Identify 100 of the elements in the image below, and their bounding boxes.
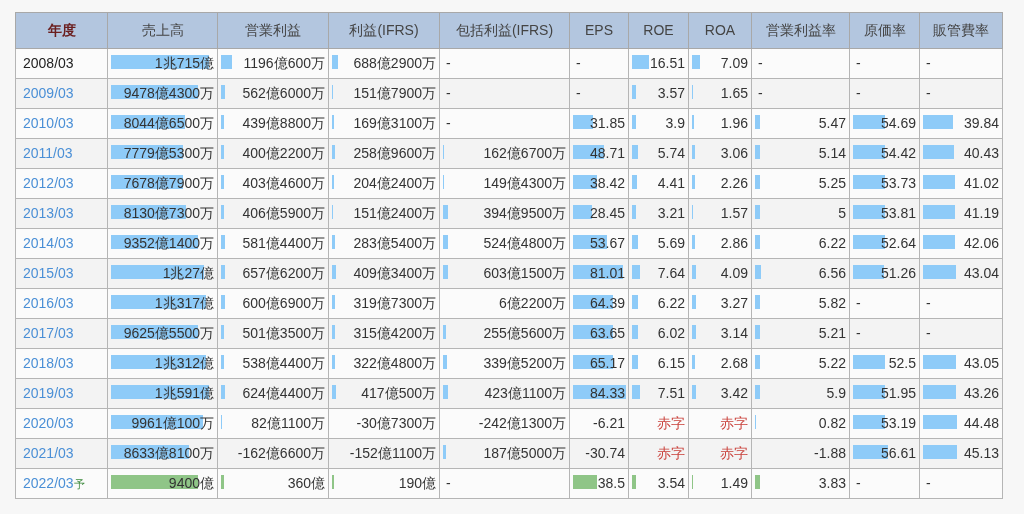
cell-value: 5.22 [818, 355, 846, 371]
cell-value: 7678億7900万 [123, 175, 214, 191]
cell-value: -162億6600万 [237, 445, 325, 461]
column-header[interactable]: 年度 [47, 22, 76, 38]
cell-value: 339億5200万 [483, 355, 566, 371]
cell-value: 9478億4300万 [123, 85, 214, 101]
cell-value: 1.49 [720, 475, 748, 491]
cell-value: 56.61 [880, 445, 916, 461]
cell-value: 169億3100万 [353, 115, 436, 131]
cell-value: 2.86 [720, 235, 748, 251]
cell-value: 53.67 [589, 235, 625, 251]
cell-value: - [926, 475, 931, 491]
cell-value: 42.06 [963, 235, 999, 251]
cell-value: - [856, 85, 861, 101]
cell-value: 151億7900万 [353, 85, 436, 101]
cell-value: 9961億100万 [131, 415, 214, 431]
cell-value: 409億3400万 [353, 265, 436, 281]
cell-value: 657億6200万 [242, 265, 325, 281]
cell-value: 151億2400万 [353, 205, 436, 221]
deficit-label: 赤字 [720, 415, 748, 431]
cell-value: 7779億5300万 [123, 145, 214, 161]
cell-value: 52.5 [888, 355, 916, 371]
cell-value: 4.41 [657, 175, 685, 191]
cell-value: 7.64 [657, 265, 685, 281]
cell-value: 38.5 [597, 475, 625, 491]
cell-value: 283億5400万 [353, 235, 436, 251]
cell-value: 439億8800万 [242, 115, 325, 131]
column-header[interactable]: 売上高 [141, 22, 184, 38]
cell-value: 5.74 [657, 145, 685, 161]
cell-value: 5.14 [818, 145, 846, 161]
deficit-label: 赤字 [720, 445, 748, 461]
cell-value: - [856, 475, 861, 491]
deficit-label: 赤字 [657, 445, 685, 461]
cell-value: 53.19 [880, 415, 916, 431]
cell-value: 64.39 [589, 295, 625, 311]
cell-value: 1196億600万 [243, 55, 325, 71]
cell-value: 31.85 [589, 115, 625, 131]
cell-value: 5.82 [818, 295, 846, 311]
cell-value: 3.83 [818, 475, 846, 491]
cell-value: 39.84 [963, 115, 999, 131]
cell-value: 417億500万 [361, 385, 436, 401]
cell-value: 162億6700万 [483, 145, 566, 161]
cell-value: -242億1300万 [478, 415, 566, 431]
cell-value: -1.88 [814, 445, 846, 461]
cell-value: 255億5600万 [483, 325, 566, 341]
cell-value: 7.09 [720, 55, 748, 71]
cell-value: 44.48 [963, 415, 999, 431]
cell-value: 3.21 [657, 205, 685, 221]
cell-value: 54.42 [880, 145, 916, 161]
cell-value: 0.82 [818, 415, 846, 431]
cell-value: -6.21 [593, 415, 625, 431]
cell-value: 360億 [287, 475, 325, 491]
cell-value: 3.14 [720, 325, 748, 341]
cell-value: 3.27 [720, 295, 748, 311]
cell-value: 45.13 [963, 445, 999, 461]
cell-value: 1兆317億 [154, 295, 214, 311]
cell-value: 1.65 [720, 85, 748, 101]
year-label: 2008/03 [23, 55, 74, 71]
cell-value: - [856, 55, 861, 71]
cell-value: 1兆27億 [162, 265, 214, 281]
cell-value: - [758, 85, 763, 101]
cell-value: 28.45 [589, 205, 625, 221]
cell-value: 9625億5500万 [123, 325, 214, 341]
deficit-label: 赤字 [657, 415, 685, 431]
cell-value: 3.42 [720, 385, 748, 401]
cell-value: 406億5900万 [242, 205, 325, 221]
cell-value: - [856, 295, 861, 311]
cell-value: 52.64 [880, 235, 916, 251]
cell-value: -30億7300万 [356, 415, 436, 431]
cell-value: 1兆312億 [154, 355, 214, 371]
cell-value: - [446, 475, 451, 491]
cell-value: 603億1500万 [483, 265, 566, 281]
cell-value: 600億6900万 [242, 295, 325, 311]
cell-value: 187億5000万 [483, 445, 566, 461]
cell-value: 6.22 [657, 295, 685, 311]
cell-value: 501億3500万 [242, 325, 325, 341]
cell-value: 5.21 [818, 325, 846, 341]
cell-value: 538億4400万 [242, 355, 325, 371]
cell-value: 3.54 [657, 475, 685, 491]
cell-value: 43.26 [963, 385, 999, 401]
cell-value: 4.09 [720, 265, 748, 281]
cell-value: 41.19 [963, 205, 999, 221]
cell-value: - [446, 85, 451, 101]
cell-value: 53.73 [880, 175, 916, 191]
cell-value: 38.42 [589, 175, 625, 191]
cell-value: 40.43 [963, 145, 999, 161]
cell-value: 315億4200万 [353, 325, 436, 341]
cell-value: 3.57 [657, 85, 685, 101]
cell-value: 9352億1400万 [123, 235, 214, 251]
cell-value: - [856, 325, 861, 341]
cell-value: 2.68 [720, 355, 748, 371]
cell-value: 84.33 [589, 385, 625, 401]
cell-value: 51.95 [880, 385, 916, 401]
cell-value: 258億9600万 [353, 145, 436, 161]
cell-value: -152億1100万 [349, 445, 436, 461]
cell-value: 1兆591億 [154, 385, 214, 401]
cell-value: 524億4800万 [483, 235, 566, 251]
cell-value: 5.47 [818, 115, 846, 131]
year-link[interactable]: 2022/03 [23, 475, 74, 491]
cell-value: 624億4400万 [242, 385, 325, 401]
